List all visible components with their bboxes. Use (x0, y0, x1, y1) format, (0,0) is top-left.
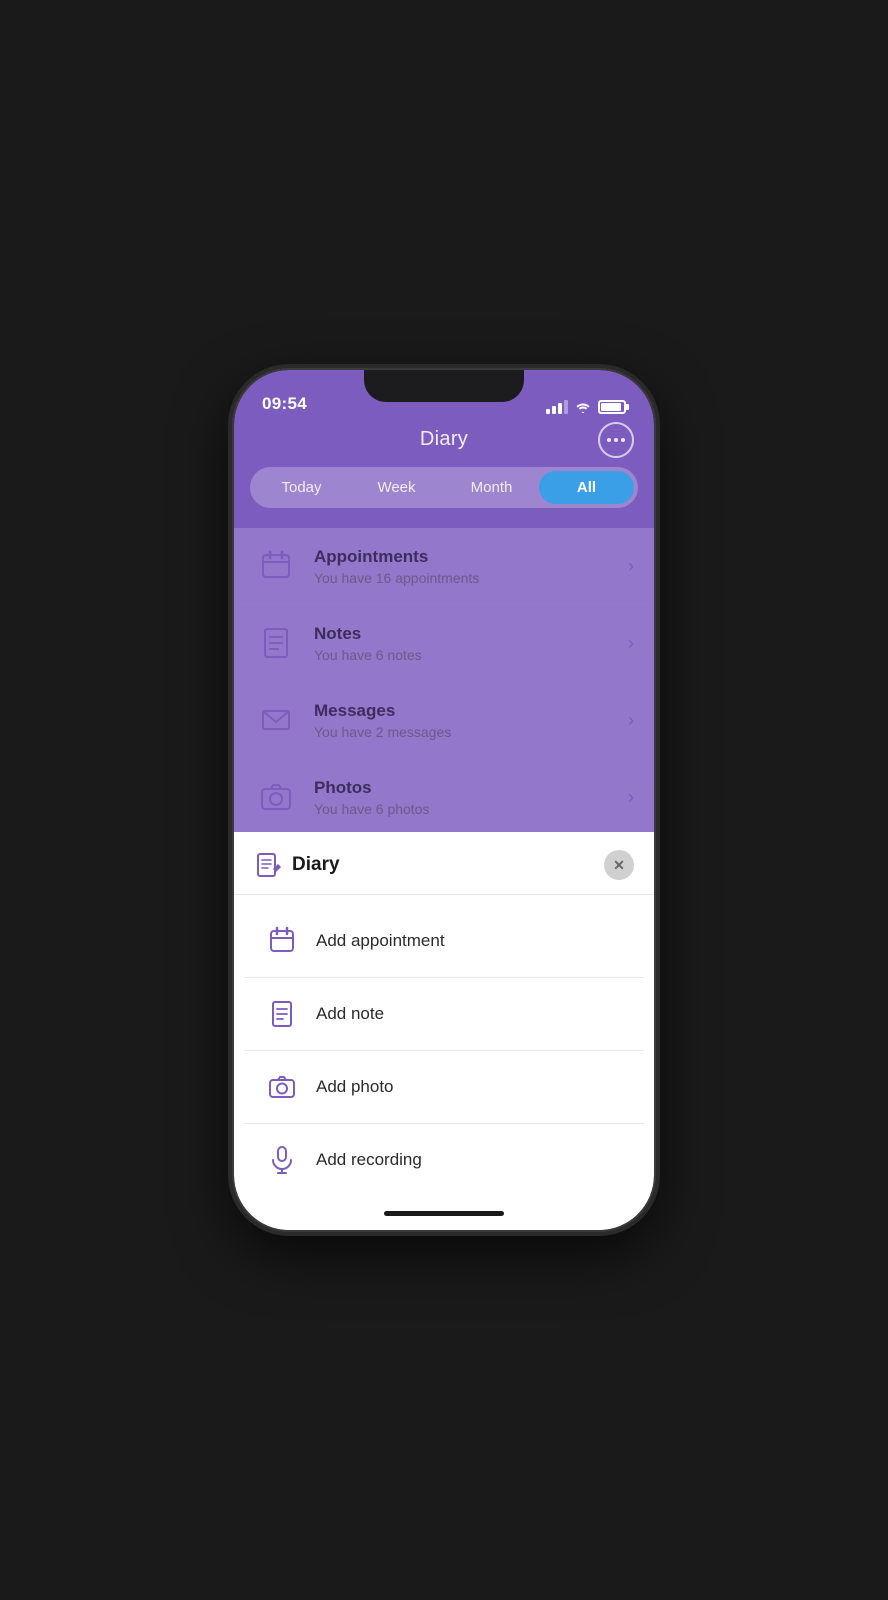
add-appointment-label: Add appointment (316, 931, 445, 951)
tab-week[interactable]: Week (349, 471, 444, 504)
screen: 09:54 (234, 370, 654, 1230)
close-button[interactable]: ✕ (604, 850, 634, 880)
appointments-title: Appointments (314, 547, 612, 567)
chevron-right-icon: › (628, 633, 634, 654)
list-item-appointments[interactable]: Appointments You have 16 appointments › (234, 528, 654, 605)
chevron-right-icon: › (628, 710, 634, 731)
tab-bar: Today Week Month All (250, 467, 638, 508)
battery-icon (598, 400, 626, 414)
header-title: Diary (420, 428, 468, 451)
status-icons (546, 400, 626, 414)
messages-subtitle: You have 2 messages (314, 724, 612, 740)
home-bar (384, 1211, 504, 1216)
appointments-subtitle: You have 16 appointments (314, 570, 612, 586)
bottom-sheet-title-wrap: Diary (254, 851, 340, 879)
list-item-messages[interactable]: Messages You have 2 messages › (234, 682, 654, 759)
bottom-sheet-header: Diary ✕ (234, 832, 654, 895)
chevron-right-icon: › (628, 787, 634, 808)
action-list: Add appointment Add note (244, 905, 644, 1196)
messages-title: Messages (314, 701, 612, 721)
mic-icon (264, 1142, 300, 1178)
ellipsis-icon (607, 438, 625, 442)
list-item-notes[interactable]: Notes You have 6 notes › (234, 605, 654, 682)
home-indicator (234, 1196, 654, 1230)
add-recording-label: Add recording (316, 1150, 422, 1170)
tab-today[interactable]: Today (254, 471, 349, 504)
camera-icon (254, 775, 298, 819)
bottom-sheet-title: Diary (292, 854, 340, 876)
notes-icon (254, 621, 298, 665)
camera-icon (264, 1069, 300, 1105)
diary-icon (254, 851, 282, 879)
chevron-right-icon: › (628, 556, 634, 577)
mail-icon (254, 698, 298, 742)
signal-icon (546, 400, 568, 414)
photos-text: Photos You have 6 photos (314, 778, 612, 817)
appointments-text: Appointments You have 16 appointments (314, 547, 612, 586)
photos-subtitle: You have 6 photos (314, 801, 612, 817)
status-time: 09:54 (262, 394, 307, 414)
notes-icon (264, 996, 300, 1032)
messages-text: Messages You have 2 messages (314, 701, 612, 740)
add-photo-label: Add photo (316, 1077, 394, 1097)
notes-title: Notes (314, 624, 612, 644)
add-recording-item[interactable]: Add recording (244, 1124, 644, 1196)
notes-subtitle: You have 6 notes (314, 647, 612, 663)
calendar-icon (264, 923, 300, 959)
calendar-icon (254, 544, 298, 588)
add-photo-item[interactable]: Add photo (244, 1051, 644, 1124)
add-note-item[interactable]: Add note (244, 978, 644, 1051)
wifi-icon (574, 400, 592, 414)
photos-title: Photos (314, 778, 612, 798)
add-note-label: Add note (316, 1004, 384, 1024)
tab-all[interactable]: All (539, 471, 634, 504)
bottom-sheet: Diary ✕ Add appointment (234, 832, 654, 1230)
list-item-photos[interactable]: Photos You have 6 photos › (234, 759, 654, 832)
app-header: Diary (234, 420, 654, 467)
notes-text: Notes You have 6 notes (314, 624, 612, 663)
notch (364, 370, 524, 402)
phone-frame: 09:54 (234, 370, 654, 1230)
tab-month[interactable]: Month (444, 471, 539, 504)
diary-list: Appointments You have 16 appointments › (234, 528, 654, 832)
add-appointment-item[interactable]: Add appointment (244, 905, 644, 978)
more-options-button[interactable] (598, 422, 634, 458)
